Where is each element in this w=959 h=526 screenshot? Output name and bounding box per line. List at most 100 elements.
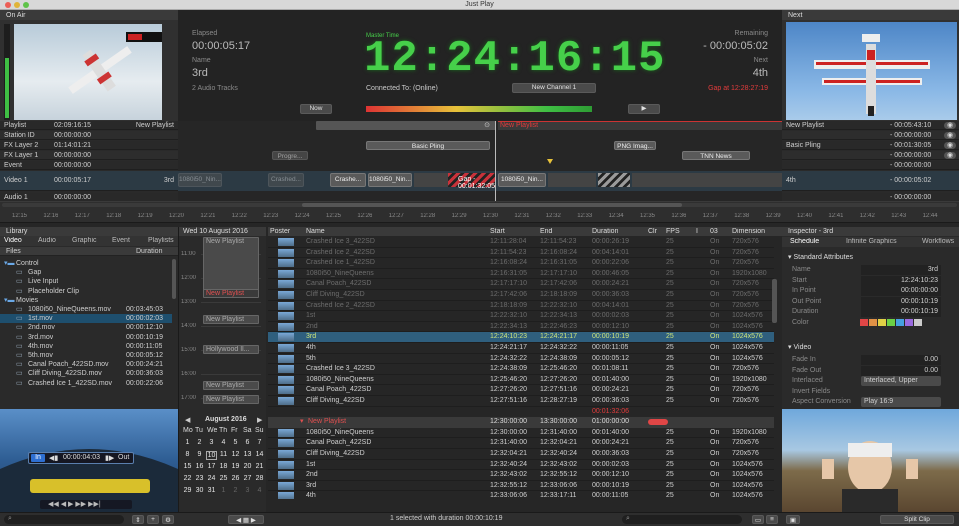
playlist-col-start[interactable]: Start bbox=[490, 228, 505, 235]
play-button[interactable]: ▶ bbox=[628, 104, 660, 114]
calendar-day[interactable]: 14 bbox=[254, 451, 265, 458]
track-row[interactable]: Video 1 00:00:05:17 3rd bbox=[0, 171, 178, 191]
playlist-row[interactable]: 2nd 12:32:43:02 12:32:55:12 00:00:12:10 25 On… bbox=[268, 470, 774, 481]
library-tab-video[interactable]: Video bbox=[4, 237, 22, 244]
playlist-search[interactable]: ⌕ bbox=[622, 515, 742, 524]
playlist-row[interactable]: Crashed Ice 3_422SD 12:11:28:04 12:11:54:2… bbox=[268, 237, 774, 248]
playlist-row[interactable]: Cliff Diving_422SD 12:32:04:21 12:32:40:24… bbox=[268, 449, 774, 460]
library-search[interactable]: ⌕ bbox=[4, 515, 124, 524]
library-item[interactable]: ▾▬ Control bbox=[0, 259, 172, 268]
inspector-tab[interactable]: Infinite Graphics bbox=[846, 238, 897, 245]
list-view-icon[interactable]: ≡ bbox=[766, 515, 778, 524]
eye-icon[interactable]: ◉ bbox=[944, 122, 956, 129]
eye-icon[interactable]: ◉ bbox=[944, 152, 956, 159]
calendar-day[interactable]: 18 bbox=[218, 463, 229, 470]
standard-attributes-heading[interactable]: ▾ Standard Attributes bbox=[788, 253, 853, 261]
tnn-news-clip[interactable]: TNN News bbox=[682, 151, 750, 160]
playlist-clip-new[interactable]: New Playlist bbox=[498, 121, 782, 130]
gap-row[interactable]: 00:01:32:06 bbox=[268, 407, 774, 417]
library-tab-event[interactable]: Event bbox=[112, 237, 130, 244]
playlist-row[interactable]: Canal Poach_422SD 12:31:40:00 12:32:04:21 0… bbox=[268, 438, 774, 449]
calendar-day[interactable]: 9 bbox=[194, 451, 205, 458]
time-ruler[interactable]: 12:15 12:16 12:17 12:18 12:19 12:20 12:21 12:22… bbox=[0, 201, 959, 223]
eye-icon[interactable]: ◉ bbox=[944, 132, 956, 139]
calendar-day[interactable]: 28 bbox=[254, 475, 265, 482]
track-row[interactable]: Station ID 00:00:00:00 bbox=[0, 131, 178, 140]
progress-clip[interactable]: Progre... bbox=[272, 151, 308, 160]
calendar-day[interactable]: 31 bbox=[206, 487, 217, 494]
calendar-day[interactable]: 29 bbox=[182, 487, 193, 494]
sort-icon[interactable]: ⇕ bbox=[132, 515, 144, 524]
calendar-day[interactable]: 20 bbox=[242, 463, 253, 470]
clip-block[interactable] bbox=[414, 173, 448, 187]
color-swatch[interactable] bbox=[869, 318, 877, 326]
clip-block-3[interactable] bbox=[632, 173, 782, 187]
next-month-icon[interactable]: ▶ bbox=[257, 416, 262, 424]
calendar-day[interactable]: 26 bbox=[230, 475, 241, 482]
library-item[interactable]: ▭ 2nd.mov 00:00:12:10 bbox=[0, 323, 172, 332]
playlist-row[interactable]: Canal Poach_422SD 12:27:26:20 12:27:51:16 0… bbox=[268, 385, 774, 396]
clip-nin-next[interactable]: 1080i50_Nin... bbox=[498, 173, 546, 187]
library-item[interactable]: ▭ Canal Poach_422SD.mov 00:00:24:21 bbox=[0, 360, 172, 369]
color-swatch[interactable] bbox=[905, 318, 913, 326]
playlist-row[interactable]: Canal Poach_422SD 12:17:17:10 12:17:42:06 0… bbox=[268, 279, 774, 290]
calendar-day[interactable]: 17 bbox=[206, 463, 217, 470]
playlist-row[interactable]: 4th 12:24:21:17 12:24:32:22 00:00:11:05 25 On… bbox=[268, 343, 774, 354]
channel-selector[interactable]: New Channel 1 bbox=[512, 83, 596, 93]
playlist-row[interactable]: 1st 12:32:40:24 12:32:43:02 00:00:02:03 25 On… bbox=[268, 460, 774, 471]
field-value[interactable]: 00:00:10:19 bbox=[861, 296, 941, 307]
schedule-block[interactable]: Hollywood Il... bbox=[203, 345, 259, 354]
calendar-day[interactable]: 19 bbox=[230, 463, 241, 470]
playlist-row[interactable]: 3rd 12:32:55:12 12:33:06:06 00:00:10:19 25 On… bbox=[268, 481, 774, 492]
playlist-col-duration[interactable]: Duration bbox=[592, 228, 618, 235]
playlist-col-clr[interactable]: Clr bbox=[648, 228, 657, 235]
library-item[interactable]: ▾▬ Movies bbox=[0, 296, 172, 305]
color-swatch[interactable] bbox=[896, 318, 904, 326]
schedule-block[interactable]: New Playlist bbox=[203, 381, 259, 390]
clip-nin-past[interactable]: 1080i50_Nin... bbox=[178, 173, 222, 187]
track-row[interactable]: Playlist 02:09:16:15 New Playlist bbox=[0, 121, 178, 130]
library-item[interactable]: ▭ Cliff Diving_422SD.mov 00:00:36:03 bbox=[0, 369, 172, 378]
video-heading[interactable]: ▾ Video bbox=[788, 343, 811, 351]
field-value[interactable]: 12:24:10:23 bbox=[861, 275, 941, 286]
schedule-block[interactable]: New Playlist bbox=[203, 237, 259, 295]
color-swatch[interactable] bbox=[887, 318, 895, 326]
calendar-nav-icon[interactable]: ◀ ▦ ▶ bbox=[228, 515, 264, 524]
inspector-tab[interactable]: Schedule bbox=[790, 238, 819, 245]
png-image-clip[interactable]: PNG Imag... bbox=[614, 141, 656, 150]
calendar-day[interactable]: 1 bbox=[182, 439, 193, 446]
color-swatch[interactable] bbox=[914, 318, 922, 326]
monitor-icon[interactable]: ▣ bbox=[786, 515, 800, 524]
clip-nin[interactable]: 1080i50_Nin... bbox=[368, 173, 412, 187]
library-item[interactable]: ▭ 1080i50_NineQueens.mov 00:03:45:03 bbox=[0, 305, 172, 314]
field-value[interactable]: 0.00 bbox=[861, 355, 941, 365]
playlist-col-end[interactable]: End bbox=[540, 228, 552, 235]
library-scrollbar[interactable] bbox=[172, 259, 176, 299]
next-track-row[interactable]: - 00:00:00:00 bbox=[782, 161, 959, 170]
library-item[interactable]: ▭ 5th.mov 00:00:05:12 bbox=[0, 351, 172, 360]
calendar-day[interactable]: 7 bbox=[254, 439, 265, 446]
playlist-row[interactable]: 4th 12:33:06:06 12:33:17:11 00:00:11:05 25 On… bbox=[268, 491, 774, 499]
playlist-row[interactable]: 1080i50_NineQueens 12:16:31:05 12:17:17:10… bbox=[268, 269, 774, 280]
inspector-tab[interactable]: Workflows bbox=[922, 238, 954, 245]
field-value[interactable]: 00:00:10:19 bbox=[861, 307, 941, 317]
library-item[interactable]: ▭ Gap bbox=[0, 268, 172, 277]
calendar-day[interactable]: 10 bbox=[206, 451, 217, 460]
split-clip-button[interactable]: Split Clip bbox=[880, 515, 954, 524]
library-item[interactable]: ▭ Live Input bbox=[0, 277, 172, 286]
add-icon[interactable]: + bbox=[147, 515, 159, 524]
field-value[interactable]: Play 16:9 bbox=[861, 397, 941, 407]
playlist-col-03[interactable]: 03 bbox=[710, 228, 718, 235]
calendar-day[interactable]: 21 bbox=[254, 463, 265, 470]
field-value[interactable]: Interlaced, Upper bbox=[861, 376, 941, 386]
calendar-day[interactable]: 4 bbox=[254, 487, 265, 494]
out-button[interactable]: Out bbox=[118, 454, 129, 461]
clip-crashe[interactable]: Crashe... bbox=[330, 173, 366, 187]
color-swatch[interactable] bbox=[878, 318, 886, 326]
library-item[interactable]: ▭ Crashed Ice 1_422SD.mov 00:00:22:06 bbox=[0, 379, 172, 388]
playlist-row[interactable]: Cliff Diving_422SD 12:27:51:16 12:28:27:19… bbox=[268, 396, 774, 407]
playlist-row[interactable]: Cliff Diving_422SD 12:17:42:06 12:18:18:09… bbox=[268, 290, 774, 301]
color-swatch[interactable] bbox=[860, 318, 868, 326]
calendar-day[interactable]: 3 bbox=[206, 439, 217, 446]
settings-icon[interactable]: ⚙ bbox=[162, 515, 174, 524]
